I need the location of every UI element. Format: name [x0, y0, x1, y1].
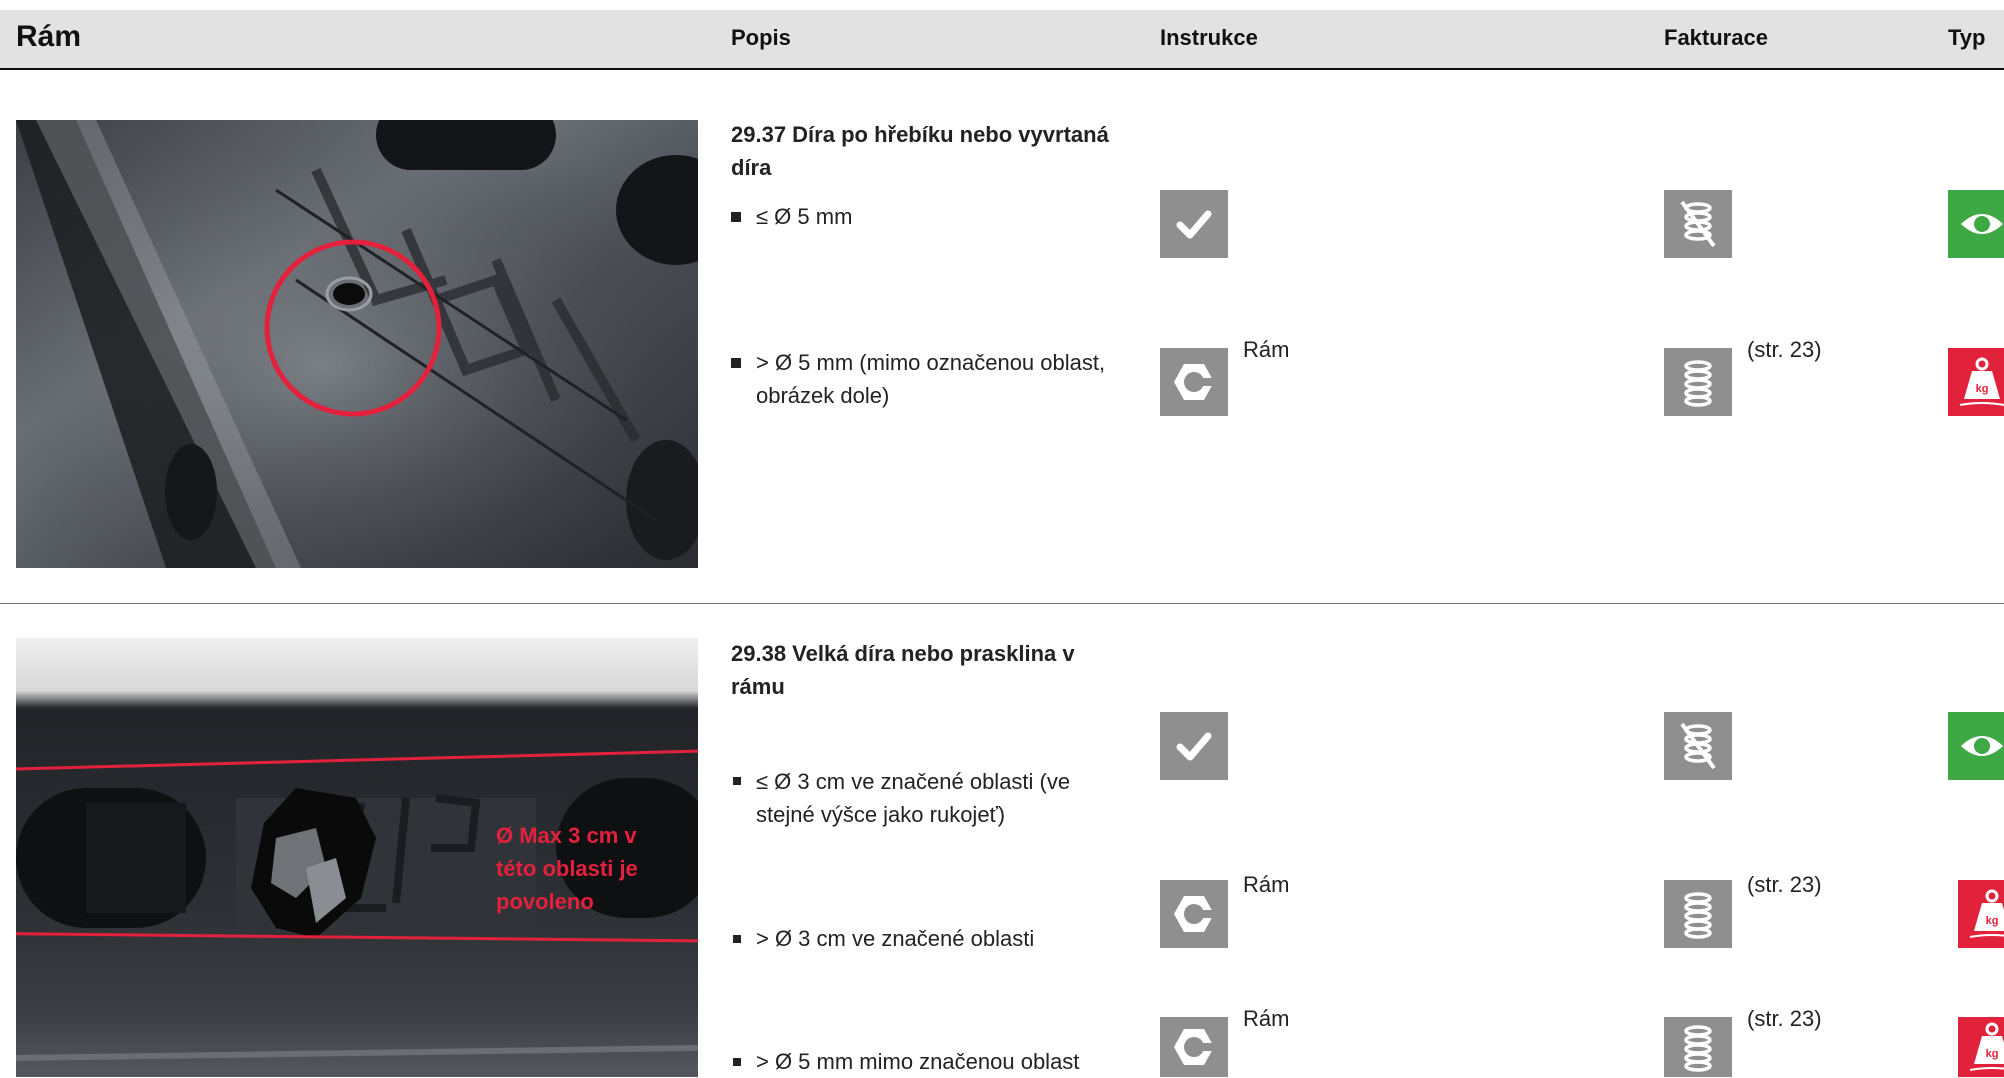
- bullet: [733, 935, 741, 943]
- billing-text: (str. 23): [1747, 337, 1822, 362]
- nut-icon: [1160, 880, 1228, 948]
- not-billed-icon: [1664, 190, 1732, 258]
- column-header-popis: Popis: [731, 25, 791, 50]
- item-text: > Ø 5 mm mimo značenou oblast: [756, 1049, 1080, 1074]
- weight-icon: kg: [1958, 880, 2004, 948]
- bullet: [731, 358, 741, 368]
- column-header-instrukce: Instrukce: [1160, 25, 1258, 50]
- nut-icon: [1160, 1017, 1228, 1077]
- bullet: [731, 212, 741, 222]
- eye-icon: [1948, 712, 2004, 780]
- instruction-text: Rám: [1243, 337, 1290, 362]
- billed-icon: [1664, 348, 1732, 416]
- section-heading-29-37: 29.37 Díra po hřebíku nebo vyvrtaná díra: [731, 122, 1109, 180]
- not-billed-icon: [1664, 712, 1732, 780]
- check-icon: [1160, 712, 1228, 780]
- item-text: > Ø 3 cm ve značené oblasti: [756, 926, 1035, 951]
- section-divider: [0, 603, 2004, 604]
- column-header-typ: Typ: [1948, 25, 1986, 50]
- table-header: Rám Popis Instrukce Fakturace Typ: [0, 10, 2004, 70]
- bullet: [733, 777, 741, 785]
- weight-icon: kg: [1948, 348, 2004, 416]
- allowed-area-annotation: Ø Max 3 cm v této oblasti je povoleno: [496, 823, 638, 914]
- frame-large-hole-photo: Ø Max 3 cm v této oblasti je povoleno: [16, 638, 698, 1077]
- billed-icon: [1664, 1017, 1732, 1077]
- eye-icon: [1948, 190, 2004, 258]
- frame-nail-hole-photo: [16, 120, 698, 568]
- bullet: [733, 1058, 741, 1066]
- instruction-text: Rám: [1243, 872, 1290, 897]
- check-icon: [1160, 190, 1228, 258]
- item-text: > Ø 5 mm (mimo označenou oblast, obrázek…: [756, 350, 1106, 408]
- svg-text:kg: kg: [1976, 383, 1989, 395]
- weight-icon: kg: [1958, 1017, 2004, 1077]
- instruction-text: Rám: [1243, 1006, 1290, 1031]
- billing-text: (str. 23): [1747, 1006, 1822, 1031]
- billed-icon: [1664, 880, 1732, 948]
- svg-text:kg: kg: [1986, 1048, 1999, 1060]
- section-heading-29-38: 29.38 Velká díra nebo prasklina v rámu: [731, 641, 1075, 699]
- column-header-fakturace: Fakturace: [1664, 25, 1768, 50]
- nut-icon: [1160, 348, 1228, 416]
- item-text: ≤ Ø 3 cm ve značené oblasti (ve stejné v…: [756, 769, 1071, 827]
- billing-text: (str. 23): [1747, 872, 1822, 897]
- svg-text:kg: kg: [1986, 915, 1999, 927]
- item-text: ≤ Ø 5 mm: [756, 204, 853, 229]
- page-title: Rám: [16, 20, 82, 53]
